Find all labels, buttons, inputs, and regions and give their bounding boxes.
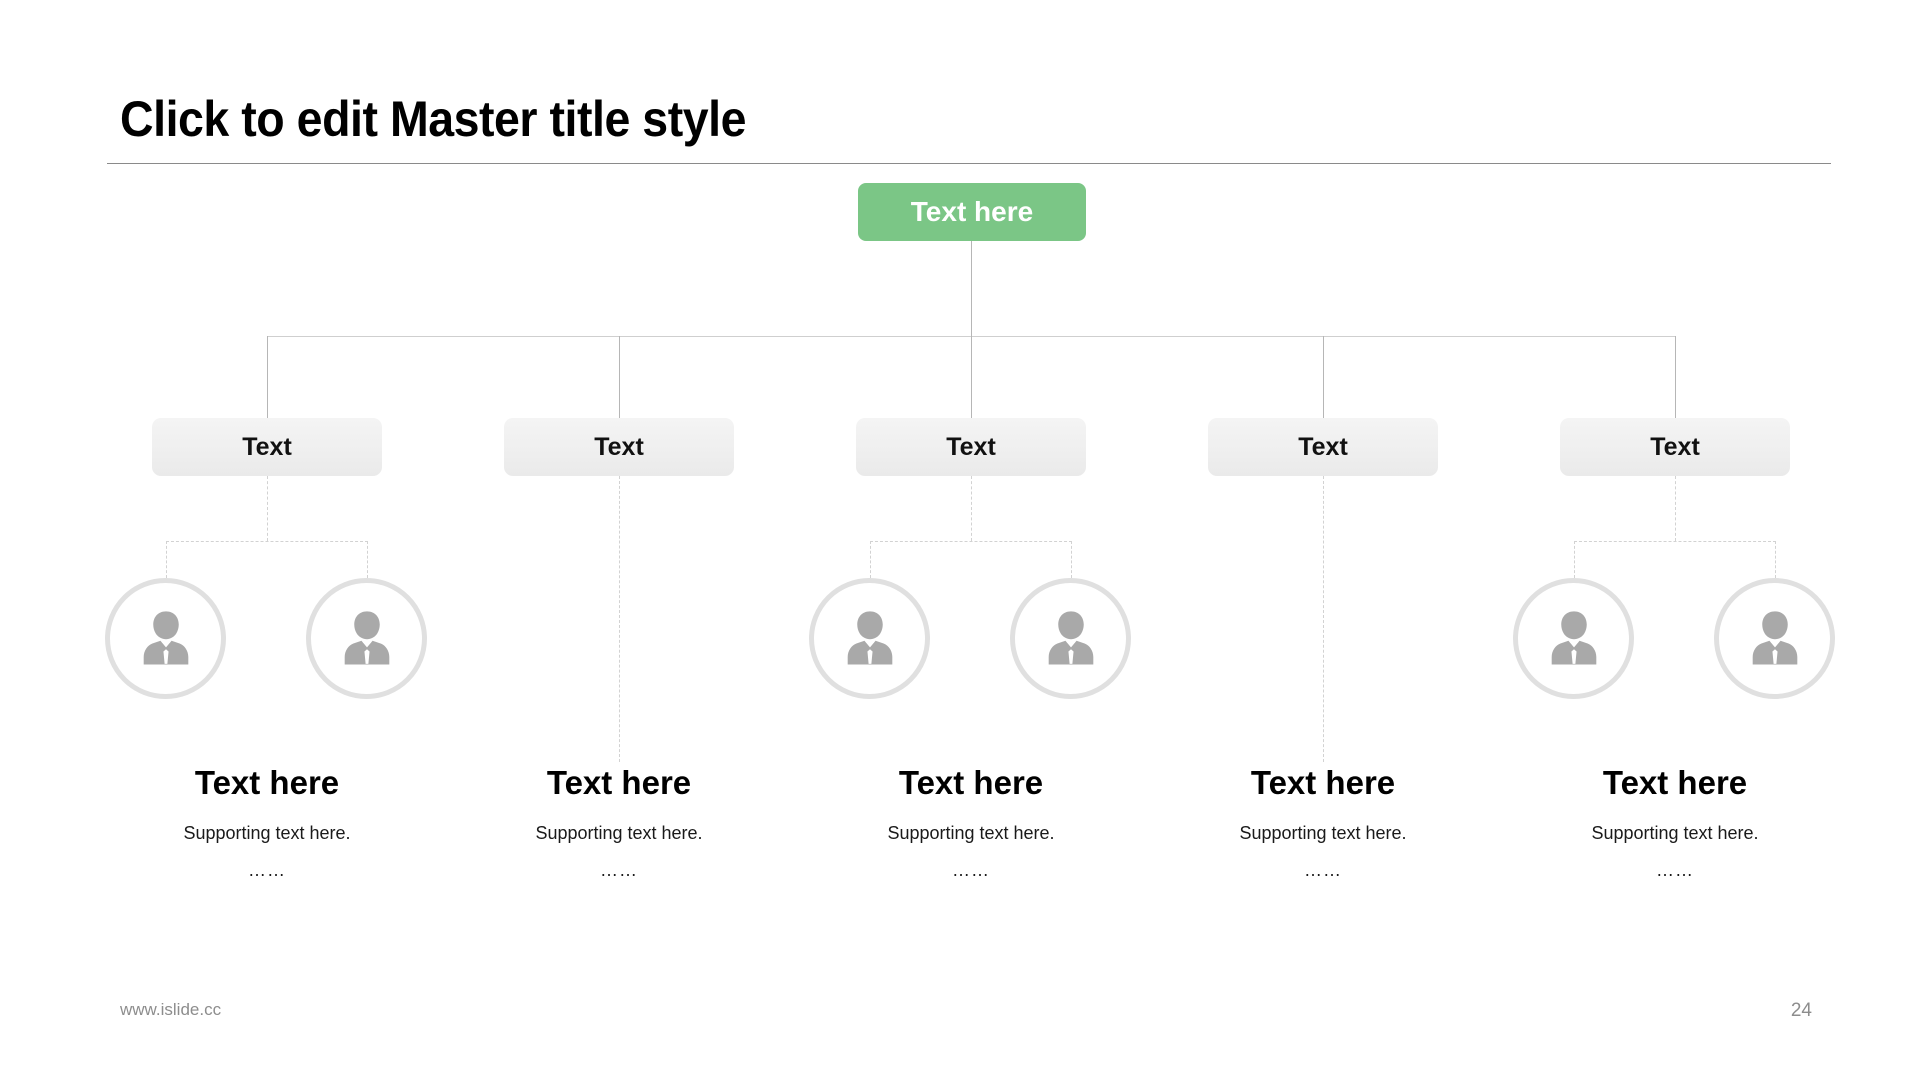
footer-page-number: 24 bbox=[1790, 1000, 1812, 1021]
bus-drop-connector-3 bbox=[971, 336, 972, 418]
branch-supporting-2: Supporting text here. bbox=[535, 823, 703, 844]
branch-text-block-5: Text here Supporting text here. …… bbox=[1510, 764, 1840, 881]
branch-box-3[interactable]: Text bbox=[856, 418, 1086, 476]
branch-leg-connector-3a bbox=[870, 541, 871, 578]
branch-stem-connector-5 bbox=[1675, 476, 1676, 541]
root-node[interactable]: Text here bbox=[858, 183, 1086, 241]
branch-heading-5: Text here bbox=[1602, 764, 1748, 801]
branch-heading-1: Text here bbox=[194, 764, 340, 801]
root-node-label: Text here bbox=[910, 196, 1034, 227]
branch-split-connector-1 bbox=[166, 541, 368, 542]
branch-heading-4: Text here bbox=[1250, 764, 1396, 801]
person-avatar-1a[interactable] bbox=[105, 578, 226, 699]
person-avatar-1b[interactable] bbox=[306, 578, 427, 699]
branch-box-5[interactable]: Text bbox=[1560, 418, 1790, 476]
person-avatar-5b[interactable] bbox=[1714, 578, 1835, 699]
page-title[interactable]: Click to edit Master title style bbox=[120, 90, 1701, 148]
branch-stem-connector-4 bbox=[1323, 476, 1324, 762]
branch-split-connector-3 bbox=[870, 541, 1072, 542]
branch-leg-connector-1b bbox=[367, 541, 368, 578]
branch-box-label-5: Text bbox=[1650, 432, 1700, 461]
slide-canvas: Click to edit Master title style Text he… bbox=[0, 0, 1920, 1080]
branch-text-block-2: Text here Supporting text here. …… bbox=[454, 764, 784, 881]
branch-dots-5: …… bbox=[1656, 860, 1694, 881]
branch-dots-3: …… bbox=[952, 860, 990, 881]
person-icon bbox=[1551, 610, 1596, 664]
branch-dots-4: …… bbox=[1304, 860, 1342, 881]
branch-heading-2: Text here bbox=[546, 764, 692, 801]
branch-stem-connector-2 bbox=[619, 476, 620, 762]
branch-text-block-4: Text here Supporting text here. …… bbox=[1158, 764, 1488, 881]
branch-leg-connector-1a bbox=[166, 541, 167, 578]
person-avatar-3b[interactable] bbox=[1010, 578, 1131, 699]
bus-drop-connector-5 bbox=[1675, 336, 1676, 418]
branch-leg-connector-5b bbox=[1775, 541, 1776, 578]
branch-split-connector-5 bbox=[1574, 541, 1776, 542]
person-avatar-3a[interactable] bbox=[809, 578, 930, 699]
person-icon bbox=[1048, 610, 1093, 664]
footer-url[interactable]: www.islide.cc bbox=[120, 1000, 221, 1020]
root-stem-connector bbox=[971, 241, 972, 336]
bus-drop-connector-1 bbox=[267, 336, 268, 418]
branch-box-label-3: Text bbox=[946, 432, 996, 461]
branch-box-2[interactable]: Text bbox=[504, 418, 734, 476]
person-avatar-5a[interactable] bbox=[1513, 578, 1634, 699]
bus-drop-connector-2 bbox=[619, 336, 620, 418]
branch-box-1[interactable]: Text bbox=[152, 418, 382, 476]
person-icon bbox=[1752, 610, 1797, 664]
branch-text-block-3: Text here Supporting text here. …… bbox=[806, 764, 1136, 881]
bus-drop-connector-4 bbox=[1323, 336, 1324, 418]
person-icon bbox=[847, 610, 892, 664]
branch-supporting-3: Supporting text here. bbox=[887, 823, 1055, 844]
branch-box-label-2: Text bbox=[594, 432, 644, 461]
person-icon bbox=[344, 610, 389, 664]
branch-box-label-1: Text bbox=[242, 432, 292, 461]
branch-box-4[interactable]: Text bbox=[1208, 418, 1438, 476]
branch-supporting-5: Supporting text here. bbox=[1591, 823, 1759, 844]
branch-heading-3: Text here bbox=[898, 764, 1044, 801]
branch-dots-1: …… bbox=[248, 860, 286, 881]
branch-stem-connector-3 bbox=[971, 476, 972, 541]
branch-dots-2: …… bbox=[600, 860, 638, 881]
branch-supporting-4: Supporting text here. bbox=[1239, 823, 1407, 844]
branch-stem-connector-1 bbox=[267, 476, 268, 541]
branch-text-block-1: Text here Supporting text here. …… bbox=[102, 764, 432, 881]
branch-leg-connector-5a bbox=[1574, 541, 1575, 578]
branch-supporting-1: Supporting text here. bbox=[183, 823, 351, 844]
branch-leg-connector-3b bbox=[1071, 541, 1072, 578]
branch-box-label-4: Text bbox=[1298, 432, 1348, 461]
title-divider bbox=[107, 163, 1831, 164]
person-icon bbox=[143, 610, 188, 664]
